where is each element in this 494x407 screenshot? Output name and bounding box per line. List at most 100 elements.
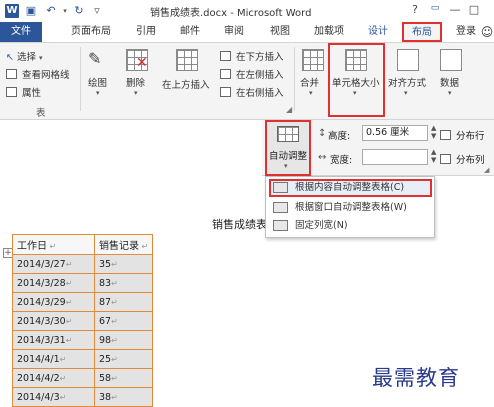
insert-below-button[interactable]: 在下方插入 (220, 49, 284, 63)
menu-item-autofit-contents[interactable]: 根据内容自动调整表格(C) (269, 179, 432, 197)
insert-left-button[interactable]: 在左侧插入 (220, 67, 284, 81)
alignment-button[interactable]: 对齐方式 (388, 75, 426, 89)
tab-page-layout[interactable]: 页面布局 (62, 22, 120, 42)
view-gridlines-button[interactable]: 查看网格线 (6, 67, 70, 81)
table-cell[interactable]: 2014/3/28↵ (12, 273, 95, 293)
cell-size-icon (345, 49, 367, 71)
cell-text: 2014/4/2 (17, 372, 60, 384)
merge-button[interactable]: 合并 (300, 75, 319, 89)
group-table-label: 表 (36, 108, 46, 119)
height-label: 高度: (328, 131, 351, 142)
select-label: 选择 (17, 52, 37, 63)
sign-in-link[interactable]: 登录 (450, 22, 482, 42)
tab-file[interactable]: 文件 (0, 22, 42, 42)
distribute-cols-icon (440, 154, 451, 164)
delete-button[interactable]: 删除 (126, 75, 145, 89)
cell-text: 2014/4/3 (17, 391, 60, 403)
properties-button[interactable]: 属性 (6, 85, 41, 99)
height-spinner-icon[interactable]: ▲ ▼ (431, 124, 436, 140)
table-cell[interactable]: 87↵ (93, 292, 154, 312)
table-row: 2014/3/31↵ 98↵ (12, 330, 154, 350)
tab-view[interactable]: 视图 (260, 22, 300, 42)
undo-icon[interactable]: ↶ (44, 4, 58, 18)
tab-mailings[interactable]: 邮件 (170, 22, 210, 42)
cell-size-label: 单元格大小 (332, 78, 380, 89)
properties-label: 属性 (22, 88, 42, 99)
table-cell[interactable]: 35↵ (93, 254, 154, 274)
dialog-launcher-icon[interactable]: ◢ (286, 105, 292, 114)
autofit-button[interactable]: 自动调整 ▾ (265, 120, 311, 176)
table-cell[interactable]: 98↵ (93, 330, 154, 350)
paragraph-mark-icon: ↵ (59, 392, 67, 402)
table-cell[interactable]: 2014/3/29↵ (12, 292, 95, 312)
ribbon-panel: ↖ 选择 ▾ 查看网格线 属性 表 ✎ 绘图 ▾ ✕ 删除 ▾ 在上方插入 在下… (0, 42, 494, 120)
draw-button[interactable]: 绘图 (88, 75, 107, 89)
tab-design[interactable]: 设计 (358, 22, 398, 42)
distribute-cols-label: 分布列 (456, 155, 485, 166)
maximize-icon[interactable]: □ (466, 3, 482, 16)
properties-icon (6, 87, 17, 97)
save-icon[interactable]: ▣ (24, 4, 38, 18)
height-input[interactable]: 0.56 厘米 (362, 125, 428, 141)
help-icon[interactable]: ? (407, 3, 423, 16)
cell-size-panel: 自动调整 ▾ ↕ 高度: 0.56 厘米 ▲ ▼ ↔ 宽度: ▲ ▼ 分布行 分布列… (262, 120, 494, 176)
paragraph-mark-icon: ↵ (65, 335, 73, 345)
group-separator (80, 47, 81, 111)
table-cell[interactable]: 25↵ (93, 349, 154, 369)
cell-text: 2014/3/27 (17, 258, 66, 270)
width-input[interactable] (362, 149, 428, 165)
table-cell[interactable]: 2014/4/1↵ (12, 349, 95, 369)
table-cell[interactable]: 67↵ (93, 311, 154, 331)
table-header-cell[interactable]: 工作日 ↵ (12, 234, 95, 255)
table-row: 2014/4/3↵ 38↵ (12, 387, 154, 407)
table-cell[interactable]: 2014/3/31↵ (12, 330, 95, 350)
document-title: 销售成绩表 (212, 218, 267, 231)
autofit-label: 自动调整 (269, 151, 308, 162)
width-icon: ↔ (318, 152, 327, 163)
tab-addins[interactable]: 加载项 (304, 22, 354, 42)
paragraph-mark-icon: ↵ (111, 373, 118, 383)
insert-right-button[interactable]: 在右侧插入 (220, 85, 284, 99)
ribbon-tabs: 文件 页面布局 引用 邮件 审阅 视图 加载项 设计 布局 登录 ☺ (0, 22, 494, 42)
table-cell[interactable]: 38↵ (93, 387, 154, 407)
table-cell[interactable]: 2014/4/3↵ (12, 387, 95, 407)
tab-references[interactable]: 引用 (126, 22, 166, 42)
header-text: 工作日 (17, 241, 47, 252)
table-cell[interactable]: 2014/3/27↵ (12, 254, 95, 274)
user-icon[interactable]: ☺ (480, 22, 494, 42)
dialog-launcher-icon[interactable]: ◢ (484, 166, 489, 174)
table-header-cell[interactable]: 销售记录 ↵ (93, 234, 154, 255)
distribute-rows-button[interactable]: 分布行 (440, 128, 485, 142)
table-cell[interactable]: 2014/4/2↵ (12, 368, 95, 388)
cell-text: 67 (99, 315, 112, 327)
distribute-cols-button[interactable]: 分布列 (440, 152, 485, 166)
autofit-window-icon (273, 202, 288, 213)
alignment-label: 对齐方式 (388, 78, 427, 89)
table-row: 2014/4/2↵ 58↵ (12, 368, 154, 388)
minimize-icon[interactable]: — (447, 3, 463, 16)
ribbon-display-icon[interactable]: ▭ (427, 3, 443, 13)
table-cell[interactable]: 83↵ (93, 273, 154, 293)
cell-text: 98 (99, 334, 112, 346)
cell-text: 2014/3/28 (17, 277, 66, 289)
width-spinner-icon[interactable]: ▲ ▼ (431, 148, 436, 164)
undo-dropdown-icon[interactable]: ▾ (58, 4, 72, 18)
insert-below-label: 在下方插入 (236, 52, 284, 63)
paragraph-mark-icon: ↵ (65, 316, 73, 326)
tab-layout[interactable]: 布局 (402, 22, 442, 42)
qat-customize-icon[interactable]: ▿ (90, 4, 104, 18)
window-title: 销售成绩表.docx - Microsoft Word (150, 8, 312, 19)
merge-icon (302, 49, 324, 71)
watermark-text: 最需教育 (372, 366, 460, 390)
menu-item-fixed-width[interactable]: 固定列宽(N) (269, 217, 432, 235)
data-button[interactable]: 数据 (440, 75, 459, 89)
tab-review[interactable]: 审阅 (214, 22, 254, 42)
table-cell[interactable]: 2014/3/30↵ (12, 311, 95, 331)
insert-above-button[interactable]: 在上方插入 (162, 77, 210, 91)
menu-item-autofit-window[interactable]: 根据窗口自动调整表格(W) (269, 199, 432, 217)
table-cell[interactable]: 58↵ (93, 368, 154, 388)
redo-icon[interactable]: ↻ (72, 4, 86, 18)
paragraph-mark-icon: ↵ (111, 392, 118, 402)
cell-text: 87 (99, 296, 112, 308)
select-button[interactable]: ↖ 选择 ▾ (6, 49, 43, 63)
